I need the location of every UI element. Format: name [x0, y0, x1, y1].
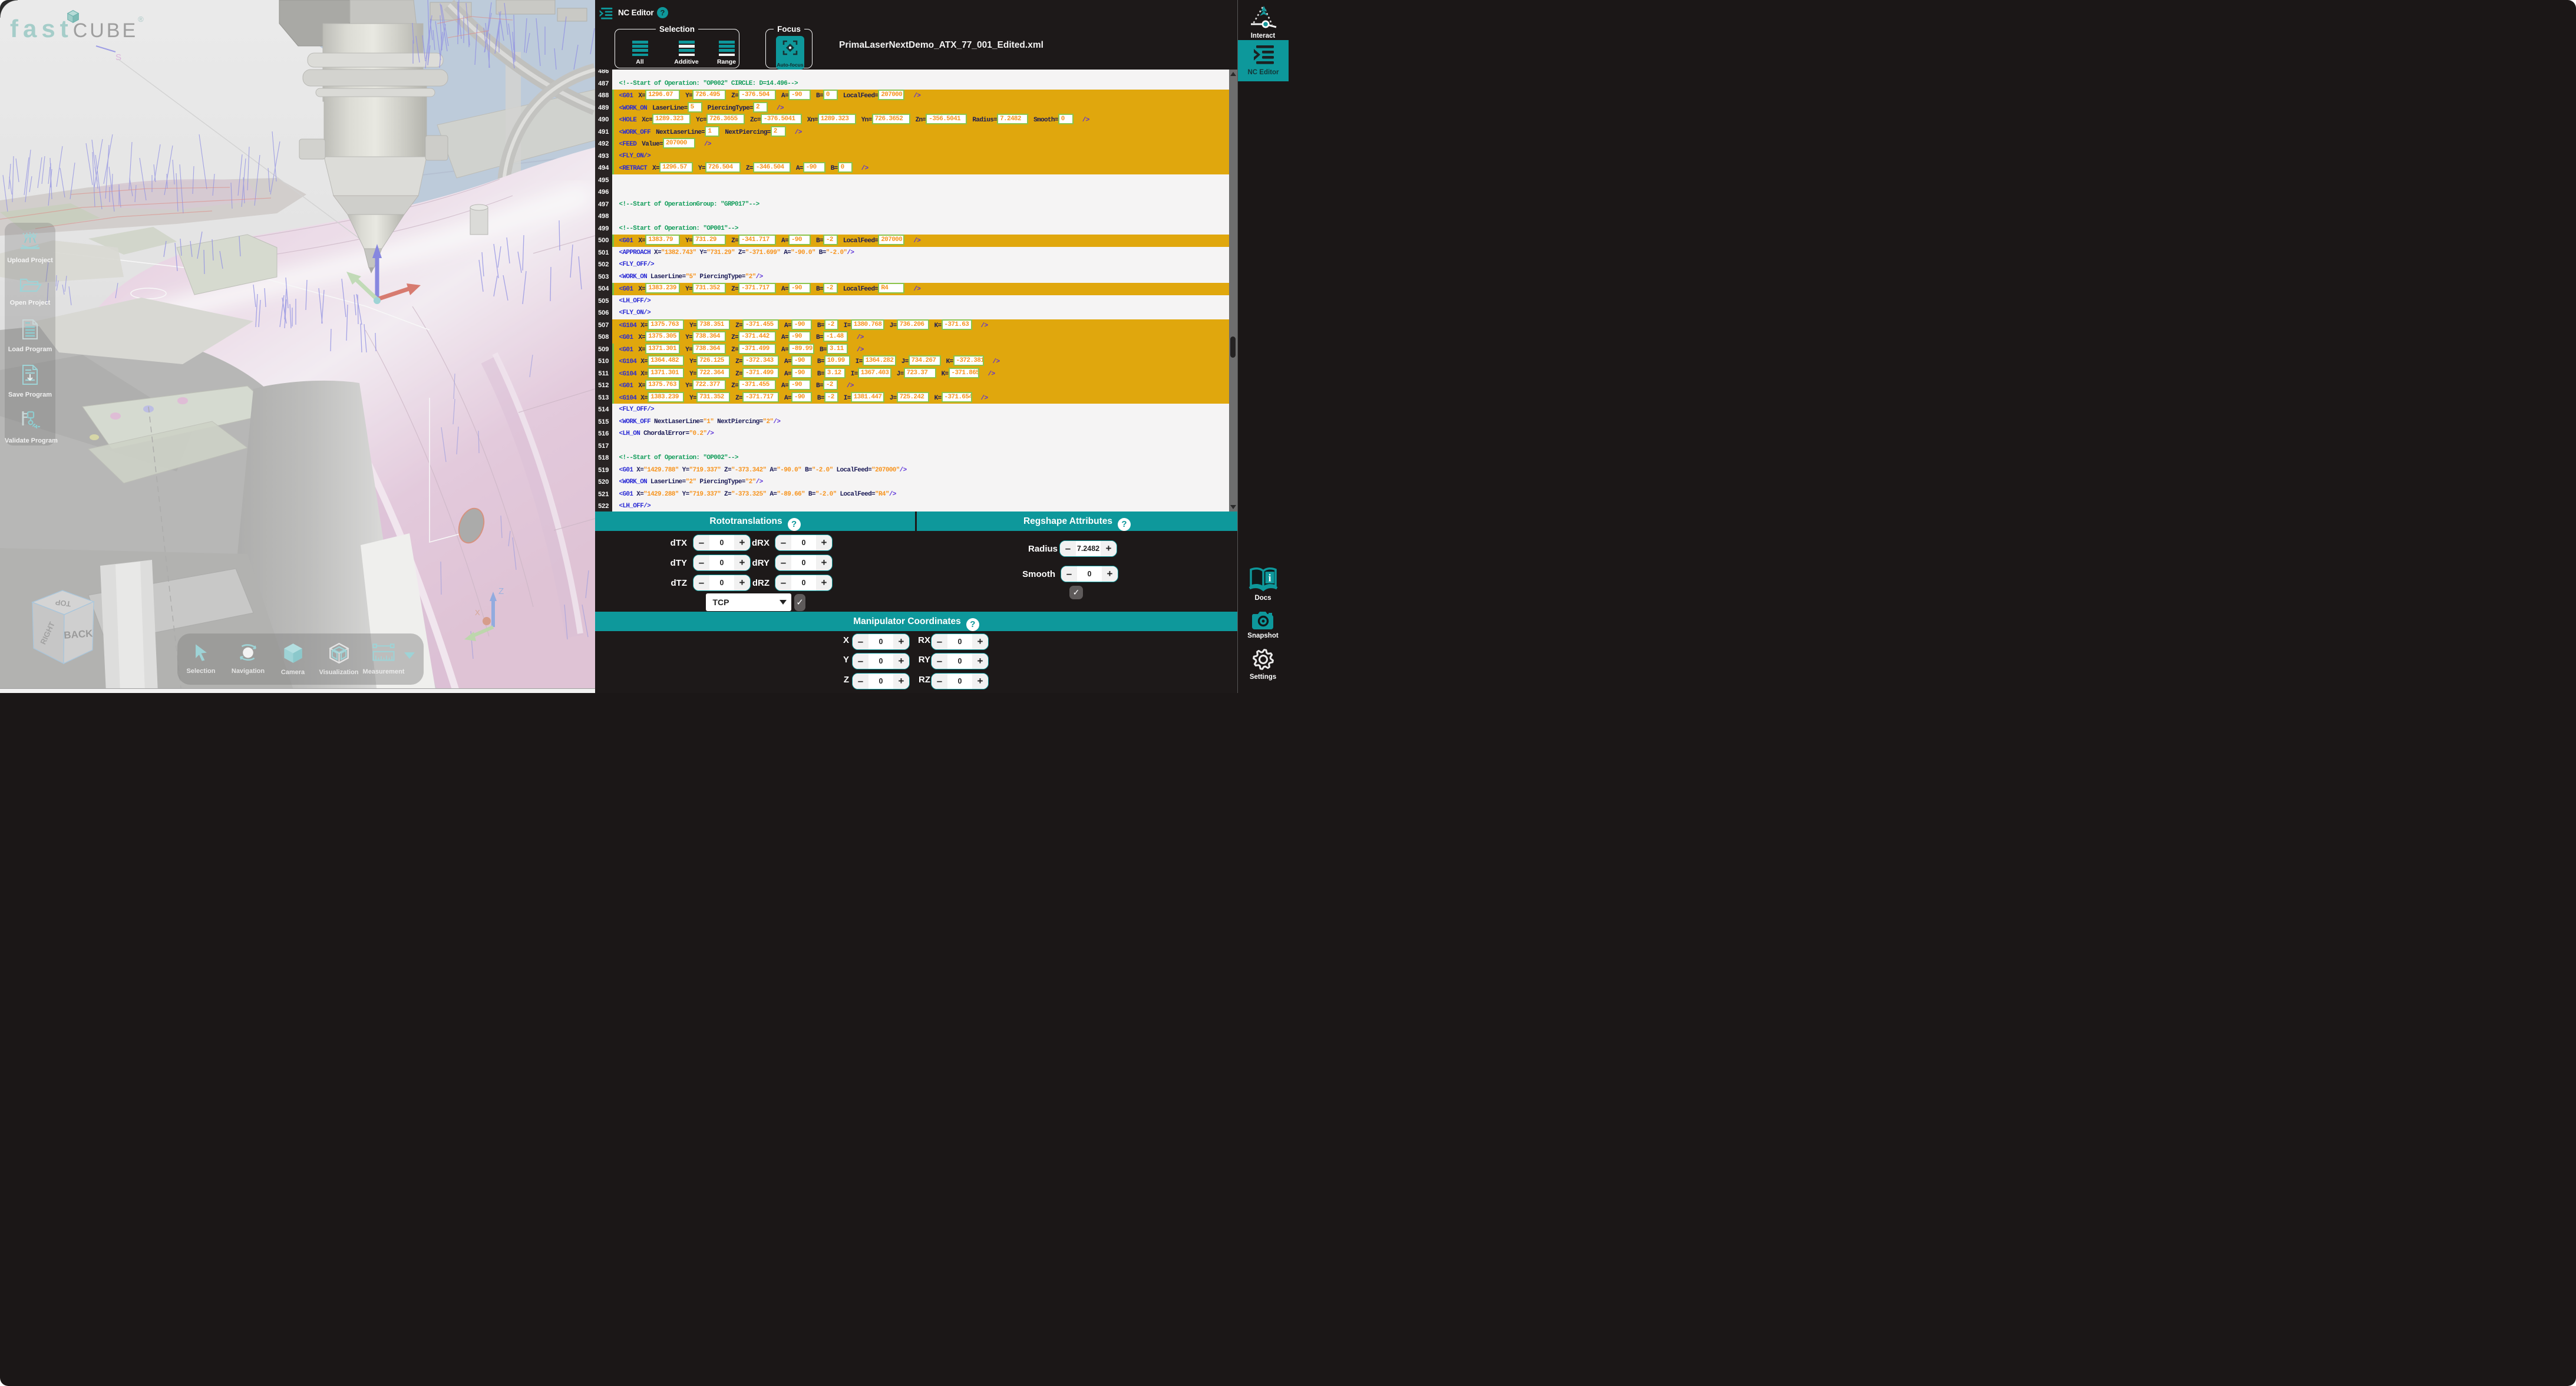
svg-text:BACK: BACK [64, 628, 94, 641]
svg-text:i: i [1268, 572, 1271, 584]
